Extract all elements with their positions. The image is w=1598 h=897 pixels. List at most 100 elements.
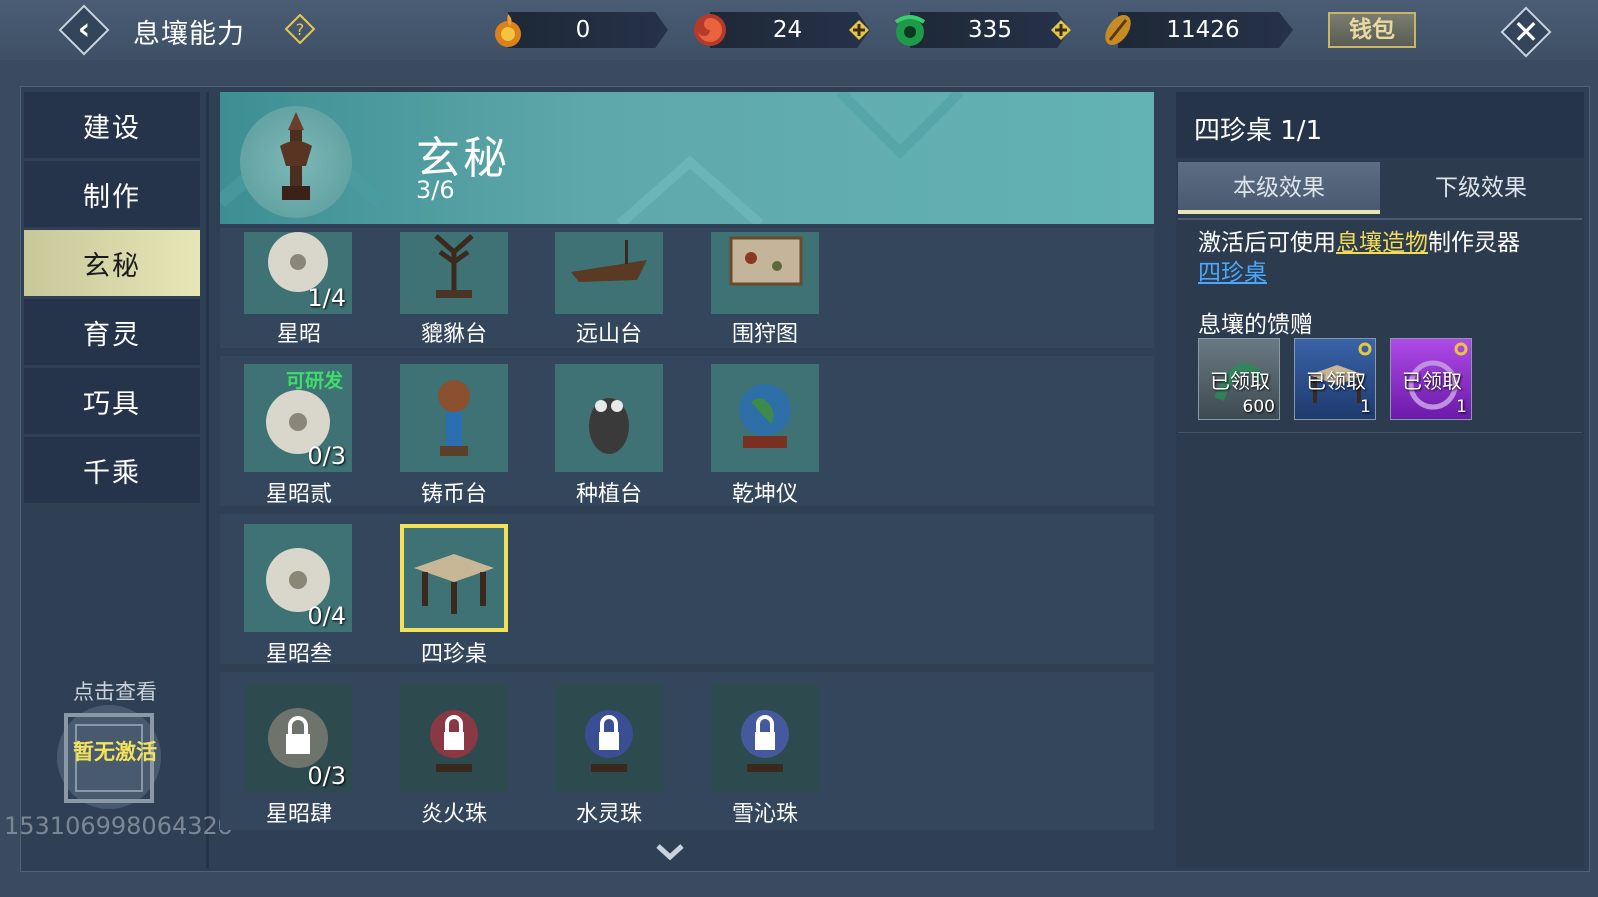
effect-prefix: 激活后可使用 — [1198, 230, 1336, 256]
sidebar-divider — [206, 92, 209, 868]
item-label: 四珍桌 — [420, 642, 487, 667]
effect-description: 激活后可使用息壤造物制作灵器 四珍桌 — [1198, 228, 1568, 288]
item-label: 种植台 — [575, 482, 642, 507]
add-red-currency-icon[interactable] — [848, 19, 870, 41]
chevron-down-icon[interactable] — [655, 842, 685, 862]
item-tile-weishou[interactable] — [711, 232, 819, 314]
gift-claimed-label: 已领取 — [1210, 369, 1270, 393]
coin-tower-icon — [438, 380, 470, 456]
item-tile-pixiu[interactable] — [400, 232, 508, 314]
gift-qty: 1 — [1360, 397, 1371, 417]
category-banner: 玄秘 3/6 — [220, 92, 1154, 224]
red-swirl-icon — [694, 14, 726, 46]
sidebar-item-chariot[interactable]: 千乘 — [24, 437, 200, 503]
gift-item-3[interactable]: 已领取 1 — [1390, 338, 1472, 420]
gift-item-2[interactable]: 已领取 1 — [1294, 338, 1376, 420]
gold-shell-icon — [1105, 14, 1131, 46]
sidebar-item-tools[interactable]: 巧具 — [24, 368, 200, 434]
item-label: 远山台 — [575, 322, 642, 347]
lock-icon — [430, 710, 478, 772]
sidebar-item-nurture[interactable]: 育灵 — [24, 299, 200, 365]
item-label: 星昭 — [276, 322, 321, 347]
sidebar-item-build[interactable]: 建设 — [24, 92, 200, 158]
item-tile-yanhuo[interactable] — [400, 684, 508, 792]
detail-tabs: 本级效果 下级效果 — [1178, 162, 1582, 218]
item-label: 铸币台 — [420, 482, 487, 507]
chevron-left-icon: ‹ — [77, 12, 91, 47]
tab-current-effect[interactable]: 本级效果 — [1178, 162, 1380, 214]
effect-suffix: 制作灵器 — [1428, 230, 1520, 256]
gift-qty: 600 — [1242, 397, 1275, 417]
research-badge: 可研发 — [286, 370, 344, 392]
item-label: 乾坤仪 — [731, 482, 798, 507]
user-id-watermark: 15310699806432б — [4, 812, 233, 840]
effect-link[interactable]: 息壤造物 — [1336, 230, 1428, 256]
item-count: 0/4 — [307, 602, 346, 630]
item-label: 星昭肆 — [265, 802, 332, 827]
back-button[interactable]: ‹ — [58, 4, 110, 56]
item-label: 雪沁珠 — [731, 802, 798, 827]
sidebar-item-craft[interactable]: 制作 — [24, 161, 200, 227]
currency-fire: 0 — [488, 10, 668, 50]
page-title: 息壤能力 — [133, 19, 245, 50]
item-count: 0/3 — [307, 442, 346, 470]
effect-item-link[interactable]: 四珍桌 — [1198, 260, 1267, 286]
currency-fire-value: 0 — [575, 17, 591, 43]
help-icon[interactable]: ? — [285, 14, 315, 44]
item-label: 炎火珠 — [420, 802, 487, 827]
item-tile-xingzhao-3[interactable]: 0/4 — [244, 524, 352, 632]
gift-claimed-label: 已领取 — [1306, 369, 1366, 393]
currency-red-value: 24 — [772, 17, 803, 43]
item-count: 0/3 — [307, 762, 346, 790]
item-tile-sizhen-selected[interactable] — [400, 524, 508, 632]
item-label: 貔貅台 — [420, 322, 487, 347]
close-icon: ✕ — [1512, 13, 1540, 51]
tab-divider — [1178, 218, 1582, 220]
currency-gold-value: 11426 — [1166, 17, 1240, 43]
owl-statue-icon — [589, 398, 629, 454]
antler-stand-icon — [434, 234, 474, 298]
gift-item-1[interactable]: 已领取 600 — [1198, 338, 1280, 420]
artifact-icon — [280, 112, 312, 200]
item-tile-zhubi[interactable] — [400, 364, 508, 472]
fire-gourd-icon — [495, 14, 521, 47]
item-tile-xueqin[interactable] — [711, 684, 819, 792]
view-hint[interactable]: 点击查看 — [60, 676, 170, 706]
currency-jade-value: 335 — [968, 17, 1012, 43]
svg-text:?: ? — [296, 20, 305, 39]
tab-next-effect[interactable]: 下级效果 — [1380, 162, 1582, 214]
item-tile-xingzhao[interactable]: 1/4 — [244, 232, 352, 314]
stamp-status-text: 暂无激活 — [73, 740, 157, 764]
table-icon — [414, 554, 494, 614]
detail-title: 四珍桌 1/1 — [1194, 116, 1323, 146]
lock-icon — [741, 710, 789, 772]
item-tile-shuiling[interactable] — [555, 684, 663, 792]
boat-platform-icon — [571, 240, 647, 282]
item-tile-zhongzhi[interactable] — [555, 364, 663, 472]
item-tile-xingzhao-4[interactable]: 0/3 — [244, 684, 352, 792]
globe-icon — [739, 384, 791, 448]
sidebar-item-mystic[interactable]: 玄秘 — [24, 230, 200, 296]
item-label: 星昭叁 — [265, 642, 332, 667]
jade-dragon-icon — [894, 15, 926, 46]
banner-emblem — [240, 106, 352, 218]
item-tile-xingzhao-2[interactable]: 可研发 0/3 — [244, 364, 352, 472]
banner-pattern — [220, 92, 964, 224]
item-count: 1/4 — [307, 284, 346, 312]
item-label: 星昭贰 — [265, 482, 332, 507]
detail-divider — [1178, 432, 1582, 433]
wallet-button[interactable]: 钱包 — [1328, 12, 1416, 48]
hunting-map-icon — [729, 236, 803, 286]
close-button[interactable]: ✕ — [1500, 6, 1552, 58]
item-tile-qiankun[interactable] — [711, 364, 819, 472]
banner-progress: 3/6 — [416, 176, 455, 204]
gift-qty: 1 — [1456, 397, 1467, 417]
item-label: 围狩图 — [731, 322, 798, 347]
item-label: 水灵珠 — [575, 802, 642, 827]
sidebar: 建设 制作 玄秘 育灵 巧具 千乘 — [24, 92, 200, 506]
item-tile-yuanshan[interactable] — [555, 232, 663, 314]
add-jade-currency-icon[interactable] — [1050, 19, 1072, 41]
currency-gold: 11426 — [1098, 10, 1293, 50]
gift-title: 息壤的馈赠 — [1198, 312, 1313, 338]
lock-icon — [585, 710, 633, 772]
